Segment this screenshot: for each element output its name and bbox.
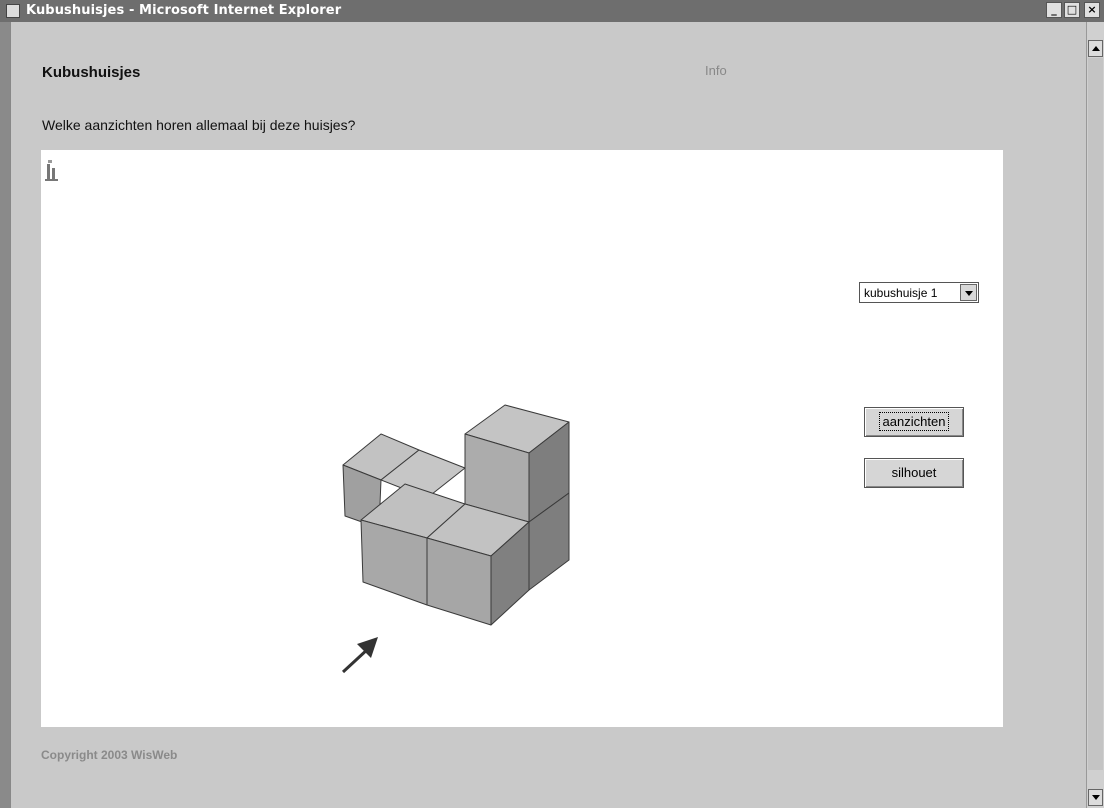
info-link[interactable]: Info (705, 63, 727, 78)
house-select-value: kubushuisje 1 (864, 286, 938, 300)
view-direction-arrow (341, 637, 378, 674)
silhouette-button[interactable]: silhouet (864, 458, 964, 488)
scroll-down-arrow-icon[interactable] (1088, 789, 1103, 806)
window-title: Kubushuisjes - Microsoft Internet Explor… (26, 3, 342, 18)
page-title: Kubushuisjes (42, 64, 141, 81)
house-select-dropdown[interactable]: kubushuisje 1 (859, 282, 979, 303)
window-controls: _ □ × (1046, 2, 1100, 20)
copyright-footer: Copyright 2003 WisWeb (41, 748, 178, 762)
scroll-track[interactable] (1088, 58, 1103, 770)
window-frame (0, 22, 10, 808)
applet-canvas[interactable]: kubushuisje 1 aanzichten silhouet (41, 150, 1003, 727)
vertical-scrollbar[interactable] (1086, 22, 1104, 808)
chevron-down-icon[interactable] (960, 284, 977, 301)
maximize-button[interactable]: □ (1064, 2, 1080, 18)
scroll-up-arrow-icon[interactable] (1088, 40, 1103, 57)
question-text: Welke aanzichten horen allemaal bij deze… (42, 117, 356, 133)
minimize-button[interactable]: _ (1046, 2, 1062, 18)
close-button[interactable]: × (1084, 2, 1100, 18)
silhouette-button-label: silhouet (891, 465, 937, 480)
internet-explorer-icon (6, 4, 20, 18)
views-button[interactable]: aanzichten (864, 407, 964, 437)
window-titlebar: Kubushuisjes - Microsoft Internet Explor… (0, 0, 1104, 22)
cube-house-model[interactable] (342, 404, 570, 626)
views-button-label: aanzichten (878, 412, 950, 431)
cube-house-scene[interactable] (41, 150, 1003, 727)
